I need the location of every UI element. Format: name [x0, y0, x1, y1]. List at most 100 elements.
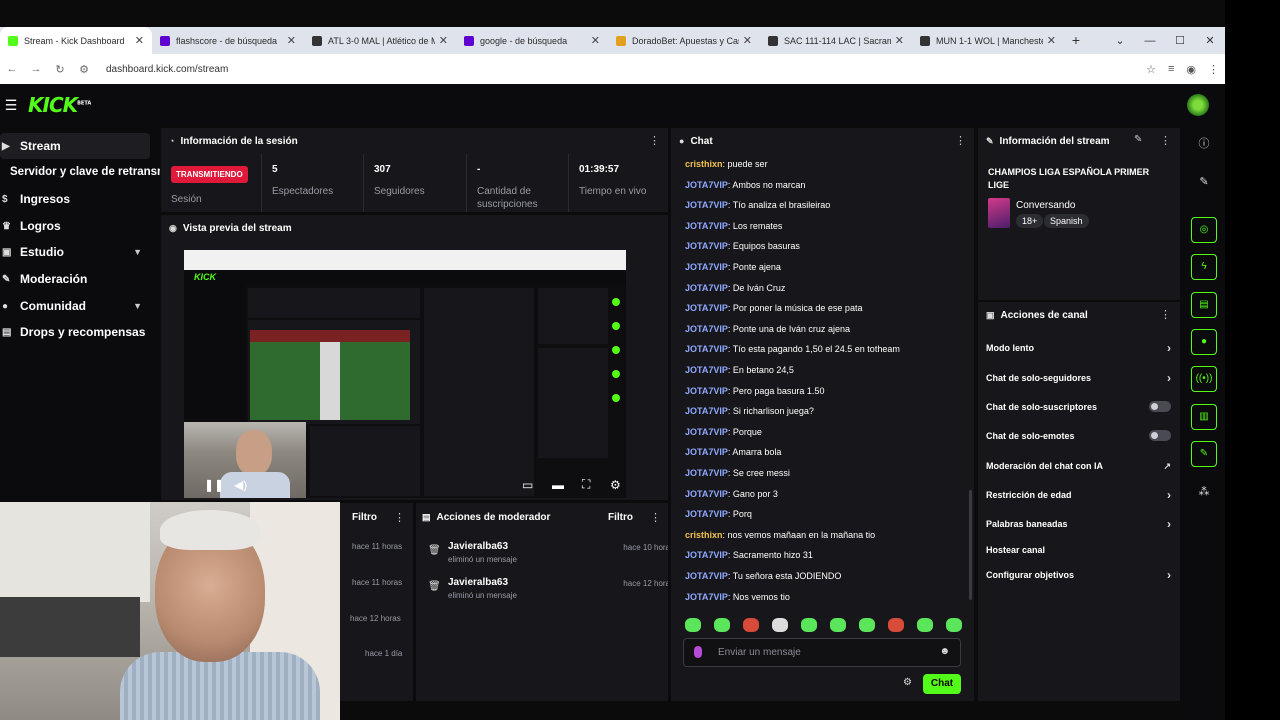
chat-username[interactable]: cristhixn	[685, 530, 723, 540]
chat-username[interactable]: JOTA7VIP	[685, 283, 728, 293]
tab-sac-lac[interactable]: SAC 111-114 LAC | Sacrame ✕	[760, 27, 912, 54]
kebab-menu-icon[interactable]: ⋮	[650, 511, 661, 524]
emotes-only-toggle[interactable]	[1149, 430, 1171, 441]
slow-mode-row[interactable]: Modo lento ›	[986, 338, 1171, 358]
settings-gear-icon[interactable]: ⚙	[610, 478, 621, 492]
emoji-picker-icon[interactable]: ☻	[939, 646, 950, 657]
kick-logo[interactable]: KICKBETA	[28, 93, 91, 117]
hamburger-menu-icon[interactable]: ☰	[0, 97, 22, 114]
chat-scrollbar[interactable]	[969, 490, 972, 600]
tab-mun-wol[interactable]: MUN 1-1 WOL | Manchester ✕	[912, 27, 1064, 54]
mod-filter-button[interactable]: Filtro	[608, 503, 633, 531]
chat-username[interactable]: JOTA7VIP	[685, 221, 728, 231]
chat-username[interactable]: JOTA7VIP	[685, 509, 728, 519]
mod-user[interactable]: Javieralba63	[448, 541, 508, 552]
ai-moderation-row[interactable]: Moderación del chat con IA ↗	[986, 456, 1171, 476]
community-dots-icon[interactable]: ⁂	[1191, 479, 1217, 505]
profile-icon[interactable]: ◉	[1186, 63, 1196, 76]
chat-bubble-icon[interactable]: ●	[1191, 329, 1217, 355]
sidebar-item-comunidad[interactable]: ● Comunidad ▼	[0, 293, 150, 319]
close-tab-icon[interactable]: ✕	[743, 34, 752, 47]
chat-username[interactable]: JOTA7VIP	[685, 344, 728, 354]
chat-username[interactable]: JOTA7VIP	[685, 571, 728, 581]
maximize-icon[interactable]: ☐	[1165, 34, 1195, 47]
new-tab-button[interactable]: +	[1064, 27, 1088, 54]
close-tab-icon[interactable]: ✕	[591, 34, 600, 47]
chevron-down-icon[interactable]: ▼	[133, 247, 142, 257]
sidebar-item-moderacion[interactable]: ✎ Moderación	[0, 266, 150, 292]
close-tab-icon[interactable]: ✕	[135, 34, 144, 47]
menu-icon[interactable]: ⋮	[1208, 63, 1219, 76]
sidebar-item-ingresos[interactable]: $ Ingresos	[0, 186, 150, 212]
info-icon[interactable]: ⓘ	[1191, 131, 1217, 157]
tab-doradobet[interactable]: DoradoBet: Apuestas y Casin ✕	[608, 27, 760, 54]
chat-username[interactable]: JOTA7VIP	[685, 324, 728, 334]
chat-username[interactable]: JOTA7VIP	[685, 303, 728, 313]
subscribers-only-toggle[interactable]	[1149, 401, 1171, 412]
edit-pencil-icon[interactable]: ✎	[1134, 134, 1142, 145]
sidebar-item-server-key[interactable]: Servidor y clave de retransm	[10, 159, 160, 185]
tab-flashscore[interactable]: flashscore - de búsqueda ✕	[152, 27, 304, 54]
emote-icon[interactable]	[772, 618, 788, 632]
emote-icon[interactable]	[801, 618, 817, 632]
emote-icon[interactable]	[714, 618, 730, 632]
chat-username[interactable]: JOTA7VIP	[685, 200, 728, 210]
broadcast-icon[interactable]: ((•))	[1191, 366, 1217, 392]
lightning-icon[interactable]: ϟ	[1191, 254, 1217, 280]
close-tab-icon[interactable]: ✕	[1047, 34, 1056, 47]
filter-button[interactable]: Filtro	[352, 503, 377, 531]
chat-username[interactable]: JOTA7VIP	[685, 592, 728, 602]
kebab-menu-icon[interactable]: ⋮	[649, 134, 660, 147]
volume-icon[interactable]: ◀)	[234, 478, 247, 492]
close-tab-icon[interactable]: ✕	[287, 34, 296, 47]
send-chat-button[interactable]: Chat	[923, 674, 961, 694]
emote-icon[interactable]	[685, 618, 701, 632]
media-icon[interactable]: ≡	[1168, 63, 1174, 76]
emote-icon[interactable]	[888, 618, 904, 632]
sidebar-item-estudio[interactable]: ▣ Estudio ▼	[0, 239, 150, 265]
configure-goals-row[interactable]: Configurar objetivos ›	[986, 565, 1171, 585]
sidebar-item-stream[interactable]: ▶ Stream	[0, 133, 150, 159]
microphone-icon[interactable]	[694, 646, 702, 658]
forward-icon[interactable]: →	[24, 63, 48, 75]
minimize-icon[interactable]: —	[1135, 35, 1165, 47]
chat-username[interactable]: JOTA7VIP	[685, 365, 728, 375]
kebab-menu-icon[interactable]: ⋮	[955, 134, 966, 147]
fullscreen-icon[interactable]: ⛶	[582, 477, 590, 492]
emote-icon[interactable]	[743, 618, 759, 632]
chat-username[interactable]: JOTA7VIP	[685, 550, 728, 560]
category-name[interactable]: Conversando	[1016, 200, 1075, 211]
tab-google[interactable]: google - de búsqueda ✕	[456, 27, 608, 54]
chat-username[interactable]: JOTA7VIP	[685, 241, 728, 251]
emote-icon[interactable]	[830, 618, 846, 632]
chat-input[interactable]: Enviar un mensaje ☻	[683, 638, 961, 667]
kebab-menu-icon[interactable]: ⋮	[1160, 134, 1171, 147]
sidebar-item-logros[interactable]: ♛ Logros	[0, 213, 150, 239]
edit-pencil-icon[interactable]: ✎	[1191, 169, 1217, 195]
emote-icon[interactable]	[946, 618, 962, 632]
theater-icon[interactable]: ▬	[552, 478, 564, 492]
tab-kick-dashboard[interactable]: Stream - Kick Dashboard ✕	[0, 27, 152, 54]
site-info-icon[interactable]: ⚙	[72, 63, 96, 76]
layout-icon[interactable]: ▥	[1191, 404, 1217, 430]
emote-icon[interactable]	[917, 618, 933, 632]
kebab-menu-icon[interactable]: ⋮	[394, 511, 405, 524]
mod-user[interactable]: Javieralba63	[448, 577, 508, 588]
chat-username[interactable]: JOTA7VIP	[685, 468, 728, 478]
chat-username[interactable]: JOTA7VIP	[685, 406, 728, 416]
bookmark-star-icon[interactable]: ☆	[1146, 63, 1156, 76]
followers-only-row[interactable]: Chat de solo-seguidores ›	[986, 368, 1171, 388]
url-text[interactable]: dashboard.kick.com/stream	[106, 64, 228, 75]
tab-atl-mal[interactable]: ATL 3-0 MAL | Atlético de Ma ✕	[304, 27, 456, 54]
host-channel-row[interactable]: Hostear canal	[986, 540, 1171, 560]
chevron-down-icon[interactable]: ▼	[133, 301, 142, 311]
chat-username[interactable]: JOTA7VIP	[685, 386, 728, 396]
chevron-down-icon[interactable]: ⌄	[1105, 34, 1135, 47]
banned-words-row[interactable]: Palabras baneadas ›	[986, 514, 1171, 534]
close-window-icon[interactable]: ✕	[1195, 34, 1225, 47]
stream-preview-video[interactable]: KICK ❚❚ ◀) ▭ ▬ ⛶ ⚙	[184, 250, 626, 498]
close-tab-icon[interactable]: ✕	[439, 34, 448, 47]
kebab-menu-icon[interactable]: ⋮	[1160, 308, 1171, 321]
chat-username[interactable]: JOTA7VIP	[685, 447, 728, 457]
chat-username[interactable]: JOTA7VIP	[685, 489, 728, 499]
